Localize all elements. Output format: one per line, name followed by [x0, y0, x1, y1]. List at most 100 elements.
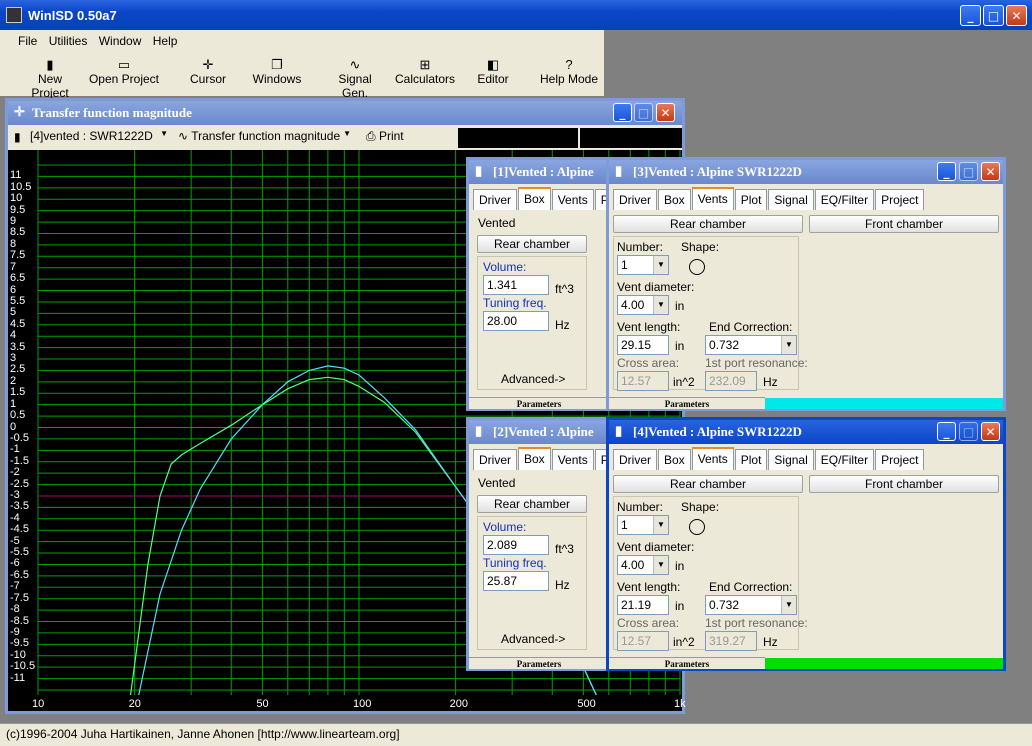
speaker-icon: ▮: [615, 423, 623, 438]
y-tick-label: 4.5: [10, 317, 26, 330]
window-4-maximize-button[interactable]: □: [959, 422, 978, 441]
tab-vents[interactable]: Vents: [691, 447, 734, 470]
project-window-3: ▮ [3]Vented : Alpine SWR1222D _ □ ✕ Drive…: [606, 157, 1006, 411]
cross-area-unit: in^2: [673, 375, 695, 389]
advanced-button[interactable]: Advanced->: [501, 372, 565, 386]
project-window-4: ▮ [4]Vented : Alpine SWR1222D _ □ ✕ Drive…: [606, 417, 1006, 671]
y-tick-label: 5.5: [10, 294, 26, 307]
vent-length-input[interactable]: 29.15: [617, 335, 669, 355]
front-chamber-button[interactable]: Front chamber: [809, 475, 999, 493]
end-correction-select[interactable]: 0.732 ▼: [705, 595, 797, 615]
progress-bar: [765, 658, 1003, 669]
vent-diameter-unit: in: [675, 299, 685, 313]
circle-shape-icon[interactable]: [689, 259, 705, 275]
parameters-bar[interactable]: Parameters: [609, 657, 765, 669]
y-tick-label: -7: [10, 580, 20, 593]
tab-vents[interactable]: Vents: [691, 187, 734, 210]
y-tick-label: 11: [10, 169, 22, 182]
tab-box[interactable]: Box: [658, 449, 691, 470]
volume-input[interactable]: 2.089: [483, 535, 549, 555]
y-tick-label: 3.5: [10, 340, 26, 353]
cross-area-field: 12.57: [617, 371, 669, 391]
tab-box[interactable]: Box: [518, 447, 551, 470]
window-3-maximize-button[interactable]: □: [959, 162, 978, 181]
y-tick-label: 8.5: [10, 226, 26, 239]
tab-signal[interactable]: Signal: [768, 189, 814, 210]
tab-vents[interactable]: Vents: [551, 189, 594, 210]
tab-driver[interactable]: Driver: [473, 189, 517, 210]
vent-diameter-label: Vent diameter:: [617, 280, 695, 294]
speaker-icon: ▮: [615, 163, 623, 178]
number-select[interactable]: 1 ▼: [617, 255, 669, 275]
window-4-minimize-button[interactable]: _: [937, 422, 956, 441]
cross-area-unit: in^2: [673, 635, 695, 649]
y-tick-label: 10: [10, 192, 23, 205]
tuning-input[interactable]: 25.87: [483, 571, 549, 591]
rear-chamber-button[interactable]: Rear chamber: [477, 495, 587, 513]
y-tick-label: -10: [10, 648, 26, 661]
window-2-title-bar[interactable]: ▮ [2]Vented : Alpine: [469, 420, 609, 444]
rear-chamber-button[interactable]: Rear chamber: [613, 475, 803, 493]
vent-diameter-select[interactable]: 4.00 ▼: [617, 555, 669, 575]
port-resonance-unit: Hz: [763, 635, 778, 649]
window-2-tabs: Driver Box Vents P: [473, 447, 616, 470]
y-tick-label: -9.5: [10, 637, 29, 650]
x-tick-label: 10: [32, 698, 45, 710]
end-correction-select[interactable]: 0.732 ▼: [705, 335, 797, 355]
parameters-bar[interactable]: Parameters: [469, 657, 609, 669]
y-tick-label: -7.5: [10, 591, 29, 604]
status-bar: (c)1996-2004 Juha Hartikainen, Janne Aho…: [0, 723, 1032, 746]
y-tick-label: -1: [10, 443, 20, 456]
y-tick-label: -9: [10, 625, 20, 638]
tab-plot[interactable]: Plot: [734, 449, 768, 470]
cross-area-label: Cross area:: [617, 356, 680, 370]
circle-shape-icon[interactable]: [689, 519, 705, 535]
y-tick-label: 10.5: [10, 180, 32, 193]
vent-length-unit: in: [675, 339, 685, 353]
number-select[interactable]: 1 ▼: [617, 515, 669, 535]
tab-driver[interactable]: Driver: [613, 449, 657, 470]
rear-chamber-button[interactable]: Rear chamber: [477, 235, 587, 253]
volume-label: Volume:: [483, 260, 527, 274]
vent-diameter-select[interactable]: 4.00 ▼: [617, 295, 669, 315]
window-3-minimize-button[interactable]: _: [937, 162, 956, 181]
window-3-title-bar[interactable]: ▮ [3]Vented : Alpine SWR1222D _ □ ✕: [609, 160, 1003, 184]
parameters-bar[interactable]: Parameters: [469, 397, 609, 409]
tab-eq-filter[interactable]: EQ/Filter: [814, 449, 875, 470]
y-tick-label: 0.5: [10, 409, 26, 422]
window-4-title-bar[interactable]: ▮ [4]Vented : Alpine SWR1222D _ □ ✕: [609, 420, 1003, 444]
advanced-button[interactable]: Advanced->: [501, 632, 565, 646]
vent-length-unit: in: [675, 599, 685, 613]
dropdown-arrow-icon: ▼: [653, 256, 668, 274]
tab-vents[interactable]: Vents: [551, 449, 594, 470]
front-chamber-button[interactable]: Front chamber: [809, 215, 999, 233]
rear-chamber-button[interactable]: Rear chamber: [613, 215, 803, 233]
tuning-input[interactable]: 28.00: [483, 311, 549, 331]
tab-driver[interactable]: Driver: [473, 449, 517, 470]
parameters-bar[interactable]: Parameters: [609, 397, 765, 409]
dropdown-arrow-icon: ▼: [653, 556, 668, 574]
tab-project[interactable]: Project: [875, 449, 925, 470]
y-tick-label: -3.5: [10, 500, 29, 513]
port-resonance-field: 319.27: [705, 631, 757, 651]
window-1-title-bar[interactable]: ▮ [1]Vented : Alpine: [469, 160, 609, 184]
window-3-close-button[interactable]: ✕: [981, 162, 1000, 181]
y-tick-label: -1.5: [10, 454, 29, 467]
tab-eq-filter[interactable]: EQ/Filter: [814, 189, 875, 210]
y-tick-label: -8.5: [10, 614, 29, 627]
vent-length-input[interactable]: 21.19: [617, 595, 669, 615]
tab-signal[interactable]: Signal: [768, 449, 814, 470]
volume-input[interactable]: 1.341: [483, 275, 549, 295]
project-window-1: ▮ [1]Vented : Alpine Driver Box Vents P V…: [466, 157, 615, 411]
tab-project[interactable]: Project: [875, 189, 925, 210]
vent-diameter-label: Vent diameter:: [617, 540, 695, 554]
tab-box[interactable]: Box: [518, 187, 551, 210]
tab-box[interactable]: Box: [658, 189, 691, 210]
dropdown-arrow-icon: ▼: [781, 336, 796, 354]
y-tick-label: 7.5: [10, 249, 26, 262]
tab-driver[interactable]: Driver: [613, 189, 657, 210]
number-label: Number:: [617, 240, 664, 254]
tab-plot[interactable]: Plot: [734, 189, 768, 210]
x-tick-label: 50: [256, 698, 269, 710]
window-4-close-button[interactable]: ✕: [981, 422, 1000, 441]
